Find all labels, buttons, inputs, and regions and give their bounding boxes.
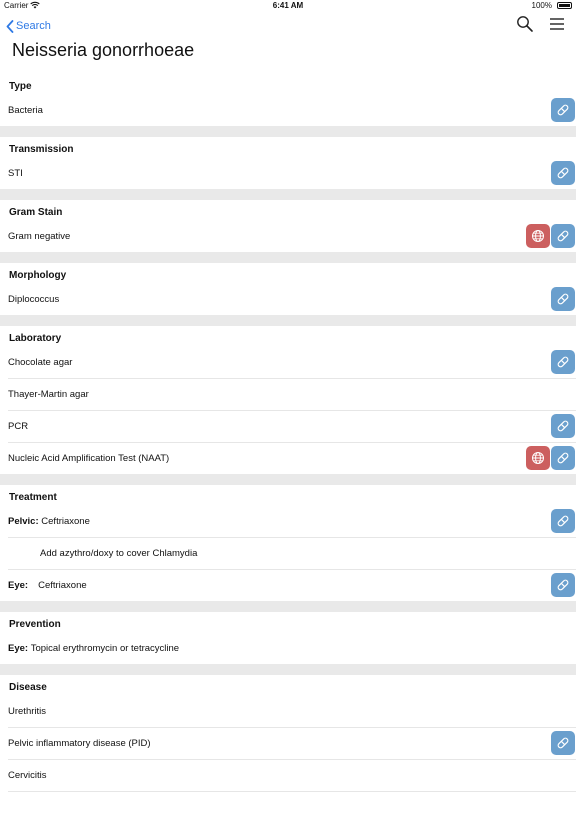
list-item[interactable]: Thayer-Martin agar xyxy=(0,378,576,410)
list-item xyxy=(0,791,576,823)
section-header-transmission: Transmission xyxy=(9,144,74,155)
list-item[interactable]: Eye: Topical erythromycin or tetracyclin… xyxy=(0,632,576,664)
pill-button[interactable] xyxy=(551,98,575,122)
row-text: Chocolate agar xyxy=(8,356,73,368)
status-bar: Carrier 6:41 AM 100% xyxy=(0,0,576,12)
list-item[interactable]: Eye: Ceftriaxone xyxy=(0,569,576,601)
section-header-laboratory: Laboratory xyxy=(9,333,62,344)
list-item[interactable]: Diplococcus xyxy=(0,283,576,315)
list-item[interactable]: Nucleic Acid Amplification Test (NAAT) xyxy=(0,442,576,474)
section-header-treatment: Treatment xyxy=(9,492,57,503)
pill-button[interactable] xyxy=(551,509,575,533)
row-text: Add azythro/doxy to cover Chlamydia xyxy=(40,547,198,559)
row-text: Ceftriaxone xyxy=(38,579,87,591)
section-divider xyxy=(0,315,576,326)
row-text: Topical erythromycin or tetracycline xyxy=(30,642,180,654)
pill-button[interactable] xyxy=(551,287,575,311)
pill-icon xyxy=(557,452,569,464)
section-divider xyxy=(0,601,576,612)
pill-icon xyxy=(557,356,569,368)
search-icon[interactable] xyxy=(516,15,534,33)
list-item[interactable]: Chocolate agar xyxy=(0,346,576,378)
list-item[interactable]: PCR xyxy=(0,410,576,442)
pill-icon xyxy=(557,515,569,527)
list-item[interactable]: Add azythro/doxy to cover Chlamydia xyxy=(0,537,576,569)
row-label: Pelvic: xyxy=(8,515,39,527)
section-header-morphology: Morphology xyxy=(9,270,67,281)
section-header-gram-stain: Gram Stain xyxy=(9,207,63,218)
row-text: Diplococcus xyxy=(8,293,60,305)
list-item[interactable]: Gram negative xyxy=(0,220,576,252)
navigation-bar: Search xyxy=(0,12,576,40)
battery-percent: 100% xyxy=(531,1,552,10)
section-header-prevention: Prevention xyxy=(9,619,61,630)
row-text: Bacteria xyxy=(8,104,43,116)
section-divider xyxy=(0,664,576,675)
row-text: Nucleic Acid Amplification Test (NAAT) xyxy=(8,452,170,464)
pill-icon xyxy=(557,420,569,432)
globe-icon xyxy=(532,452,544,464)
section-divider xyxy=(0,189,576,200)
globe-icon xyxy=(532,230,544,242)
chevron-left-icon xyxy=(6,19,14,33)
detail-list: Type Bacteria Transmission STI Gram Stai… xyxy=(0,74,576,823)
web-link-button[interactable] xyxy=(526,446,550,470)
row-text: STI xyxy=(8,167,23,179)
section-header-disease: Disease xyxy=(9,682,47,693)
row-text: Gram negative xyxy=(8,230,71,242)
pill-button[interactable] xyxy=(551,446,575,470)
list-item[interactable]: Cervicitis xyxy=(0,759,576,791)
section-divider xyxy=(0,252,576,263)
row-text: Ceftriaxone xyxy=(41,515,90,527)
pill-icon xyxy=(557,167,569,179)
list-item[interactable]: Pelvic inflammatory disease (PID) xyxy=(0,727,576,759)
back-button[interactable]: Search xyxy=(6,16,51,36)
pill-button[interactable] xyxy=(551,224,575,248)
web-link-button[interactable] xyxy=(526,224,550,248)
row-label: Eye: xyxy=(8,642,29,654)
clock: 6:41 AM xyxy=(272,1,304,10)
back-button-label: Search xyxy=(16,20,51,32)
row-label: Eye: xyxy=(8,579,29,591)
row-text: Pelvic inflammatory disease (PID) xyxy=(8,737,151,749)
row-text: Thayer-Martin agar xyxy=(8,388,89,400)
pill-icon xyxy=(557,104,569,116)
list-item[interactable]: Pelvic: Ceftriaxone xyxy=(0,505,576,537)
pill-icon xyxy=(557,579,569,591)
section-divider xyxy=(0,474,576,485)
pill-button[interactable] xyxy=(551,161,575,185)
pill-icon xyxy=(557,230,569,242)
section-header-type: Type xyxy=(9,81,32,92)
row-text: Urethritis xyxy=(8,705,47,717)
section-divider xyxy=(0,126,576,137)
list-item[interactable]: Bacteria xyxy=(0,94,576,126)
list-item[interactable]: STI xyxy=(0,157,576,189)
pill-button[interactable] xyxy=(551,731,575,755)
list-item[interactable]: Urethritis xyxy=(0,695,576,727)
page-title: Neisseria gonorrhoeae xyxy=(12,40,195,60)
row-text: PCR xyxy=(8,420,29,432)
pill-icon xyxy=(557,293,569,305)
pill-icon xyxy=(557,737,569,749)
pill-button[interactable] xyxy=(551,414,575,438)
row-text: Cervicitis xyxy=(8,769,47,781)
battery-icon xyxy=(557,2,572,9)
menu-icon[interactable] xyxy=(548,15,566,33)
pill-button[interactable] xyxy=(551,350,575,374)
pill-button[interactable] xyxy=(551,573,575,597)
